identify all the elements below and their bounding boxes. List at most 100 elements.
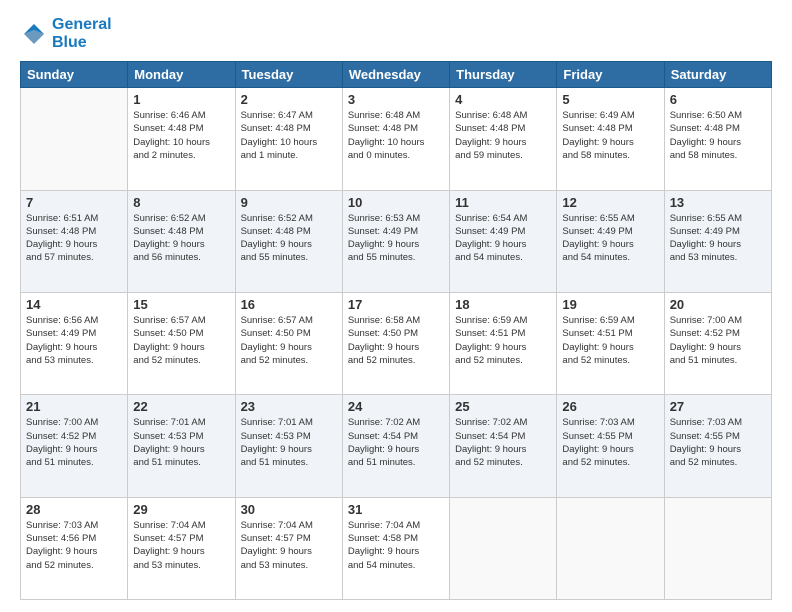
day-info: Sunrise: 6:57 AMSunset: 4:50 PMDaylight:… (241, 314, 337, 367)
day-number: 31 (348, 502, 444, 517)
logo-icon (20, 20, 48, 48)
calendar-cell: 20 Sunrise: 7:00 AMSunset: 4:52 PMDayligh… (664, 292, 771, 394)
header-sunday: Sunday (21, 62, 128, 88)
calendar-cell (21, 88, 128, 190)
calendar-week-row: 7 Sunrise: 6:51 AMSunset: 4:48 PMDaylight… (21, 190, 772, 292)
calendar-header-row: SundayMondayTuesdayWednesdayThursdayFrid… (21, 62, 772, 88)
calendar-cell: 23 Sunrise: 7:01 AMSunset: 4:53 PMDayligh… (235, 395, 342, 497)
calendar-cell: 7 Sunrise: 6:51 AMSunset: 4:48 PMDaylight… (21, 190, 128, 292)
calendar-cell: 10Sunrise: 6:53 AMSunset: 4:49 PMDayligh… (342, 190, 449, 292)
calendar-cell: 3 Sunrise: 6:48 AMSunset: 4:48 PMDaylight… (342, 88, 449, 190)
calendar-cell: 9Sunrise: 6:52 AMSunset: 4:48 PMDaylight… (235, 190, 342, 292)
calendar-table: SundayMondayTuesdayWednesdayThursdayFrid… (20, 61, 772, 600)
calendar-cell: 27Sunrise: 7:03 AMSunset: 4:55 PMDayligh… (664, 395, 771, 497)
day-number: 7 (26, 195, 122, 210)
day-info: Sunrise: 6:51 AMSunset: 4:48 PMDaylight:… (26, 212, 122, 265)
day-info: Sunrise: 6:48 AMSunset: 4:48 PMDaylight:… (348, 109, 444, 162)
day-number: 4 (455, 92, 551, 107)
calendar-cell (664, 497, 771, 599)
calendar-cell: 2 Sunrise: 6:47 AMSunset: 4:48 PMDaylight… (235, 88, 342, 190)
calendar-week-row: 1Sunrise: 6:46 AMSunset: 4:48 PMDaylight… (21, 88, 772, 190)
calendar-cell: 8 Sunrise: 6:52 AMSunset: 4:48 PMDaylight… (128, 190, 235, 292)
day-number: 9 (241, 195, 337, 210)
day-number: 11 (455, 195, 551, 210)
day-number: 29 (133, 502, 229, 517)
calendar-week-row: 28Sunrise: 7:03 AMSunset: 4:56 PMDayligh… (21, 497, 772, 599)
calendar-cell: 21 Sunrise: 7:00 AMSunset: 4:52 PMDayligh… (21, 395, 128, 497)
day-number: 1 (133, 92, 229, 107)
day-info: Sunrise: 6:48 AMSunset: 4:48 PMDaylight:… (455, 109, 551, 162)
day-number: 2 (241, 92, 337, 107)
day-info: Sunrise: 7:01 AMSunset: 4:53 PMDaylight:… (241, 416, 337, 469)
day-info: Sunrise: 6:59 AMSunset: 4:51 PMDaylight:… (562, 314, 658, 367)
calendar-cell: 5Sunrise: 6:49 AMSunset: 4:48 PMDaylight… (557, 88, 664, 190)
calendar-cell: 11 Sunrise: 6:54 AMSunset: 4:49 PMDayligh… (450, 190, 557, 292)
day-number: 15 (133, 297, 229, 312)
day-info: Sunrise: 6:59 AMSunset: 4:51 PMDaylight:… (455, 314, 551, 367)
day-info: Sunrise: 6:54 AMSunset: 4:49 PMDaylight:… (455, 212, 551, 265)
calendar-cell: 4 Sunrise: 6:48 AMSunset: 4:48 PMDaylight… (450, 88, 557, 190)
day-number: 12 (562, 195, 658, 210)
day-info: Sunrise: 7:02 AMSunset: 4:54 PMDaylight:… (455, 416, 551, 469)
calendar-cell: 30 Sunrise: 7:04 AMSunset: 4:57 PMDayligh… (235, 497, 342, 599)
day-number: 6 (670, 92, 766, 107)
day-info: Sunrise: 7:04 AMSunset: 4:57 PMDaylight:… (133, 519, 229, 572)
calendar-cell: 22Sunrise: 7:01 AMSunset: 4:53 PMDayligh… (128, 395, 235, 497)
day-number: 20 (670, 297, 766, 312)
calendar-cell: 6 Sunrise: 6:50 AMSunset: 4:48 PMDaylight… (664, 88, 771, 190)
day-info: Sunrise: 6:53 AMSunset: 4:49 PMDaylight:… (348, 212, 444, 265)
day-number: 8 (133, 195, 229, 210)
day-info: Sunrise: 7:04 AMSunset: 4:58 PMDaylight:… (348, 519, 444, 572)
day-info: Sunrise: 7:03 AMSunset: 4:55 PMDaylight:… (562, 416, 658, 469)
day-info: Sunrise: 6:58 AMSunset: 4:50 PMDaylight:… (348, 314, 444, 367)
logo: General Blue (20, 16, 112, 51)
calendar-cell: 12 Sunrise: 6:55 AMSunset: 4:49 PMDayligh… (557, 190, 664, 292)
calendar-cell (557, 497, 664, 599)
calendar-week-row: 21 Sunrise: 7:00 AMSunset: 4:52 PMDayligh… (21, 395, 772, 497)
day-number: 25 (455, 399, 551, 414)
day-number: 26 (562, 399, 658, 414)
day-info: Sunrise: 6:47 AMSunset: 4:48 PMDaylight:… (241, 109, 337, 162)
day-info: Sunrise: 6:55 AMSunset: 4:49 PMDaylight:… (562, 212, 658, 265)
calendar-cell: 25 Sunrise: 7:02 AMSunset: 4:54 PMDayligh… (450, 395, 557, 497)
header-monday: Monday (128, 62, 235, 88)
page: General Blue SundayMondayTuesdayWednesda… (0, 0, 792, 612)
day-number: 28 (26, 502, 122, 517)
day-info: Sunrise: 6:50 AMSunset: 4:48 PMDaylight:… (670, 109, 766, 162)
calendar-cell: 13Sunrise: 6:55 AMSunset: 4:49 PMDayligh… (664, 190, 771, 292)
day-number: 13 (670, 195, 766, 210)
header-tuesday: Tuesday (235, 62, 342, 88)
calendar-cell: 16 Sunrise: 6:57 AMSunset: 4:50 PMDayligh… (235, 292, 342, 394)
header-thursday: Thursday (450, 62, 557, 88)
calendar-cell: 28Sunrise: 7:03 AMSunset: 4:56 PMDayligh… (21, 497, 128, 599)
day-info: Sunrise: 7:00 AMSunset: 4:52 PMDaylight:… (26, 416, 122, 469)
day-info: Sunrise: 6:57 AMSunset: 4:50 PMDaylight:… (133, 314, 229, 367)
day-number: 18 (455, 297, 551, 312)
calendar-cell: 1Sunrise: 6:46 AMSunset: 4:48 PMDaylight… (128, 88, 235, 190)
calendar-cell: 18 Sunrise: 6:59 AMSunset: 4:51 PMDayligh… (450, 292, 557, 394)
day-number: 3 (348, 92, 444, 107)
calendar-cell: 29 Sunrise: 7:04 AMSunset: 4:57 PMDayligh… (128, 497, 235, 599)
logo-text: General Blue (52, 16, 112, 51)
calendar-cell: 31 Sunrise: 7:04 AMSunset: 4:58 PMDayligh… (342, 497, 449, 599)
day-number: 5 (562, 92, 658, 107)
header-friday: Friday (557, 62, 664, 88)
calendar-cell (450, 497, 557, 599)
header: General Blue (20, 16, 772, 51)
day-number: 16 (241, 297, 337, 312)
calendar-cell: 14Sunrise: 6:56 AMSunset: 4:49 PMDayligh… (21, 292, 128, 394)
day-number: 24 (348, 399, 444, 414)
day-number: 27 (670, 399, 766, 414)
day-info: Sunrise: 7:04 AMSunset: 4:57 PMDaylight:… (241, 519, 337, 572)
day-number: 21 (26, 399, 122, 414)
day-info: Sunrise: 6:52 AMSunset: 4:48 PMDaylight:… (133, 212, 229, 265)
day-number: 14 (26, 297, 122, 312)
day-number: 30 (241, 502, 337, 517)
day-number: 23 (241, 399, 337, 414)
header-saturday: Saturday (664, 62, 771, 88)
calendar-cell: 17 Sunrise: 6:58 AMSunset: 4:50 PMDayligh… (342, 292, 449, 394)
day-info: Sunrise: 7:00 AMSunset: 4:52 PMDaylight:… (670, 314, 766, 367)
day-info: Sunrise: 7:01 AMSunset: 4:53 PMDaylight:… (133, 416, 229, 469)
day-number: 17 (348, 297, 444, 312)
day-number: 19 (562, 297, 658, 312)
